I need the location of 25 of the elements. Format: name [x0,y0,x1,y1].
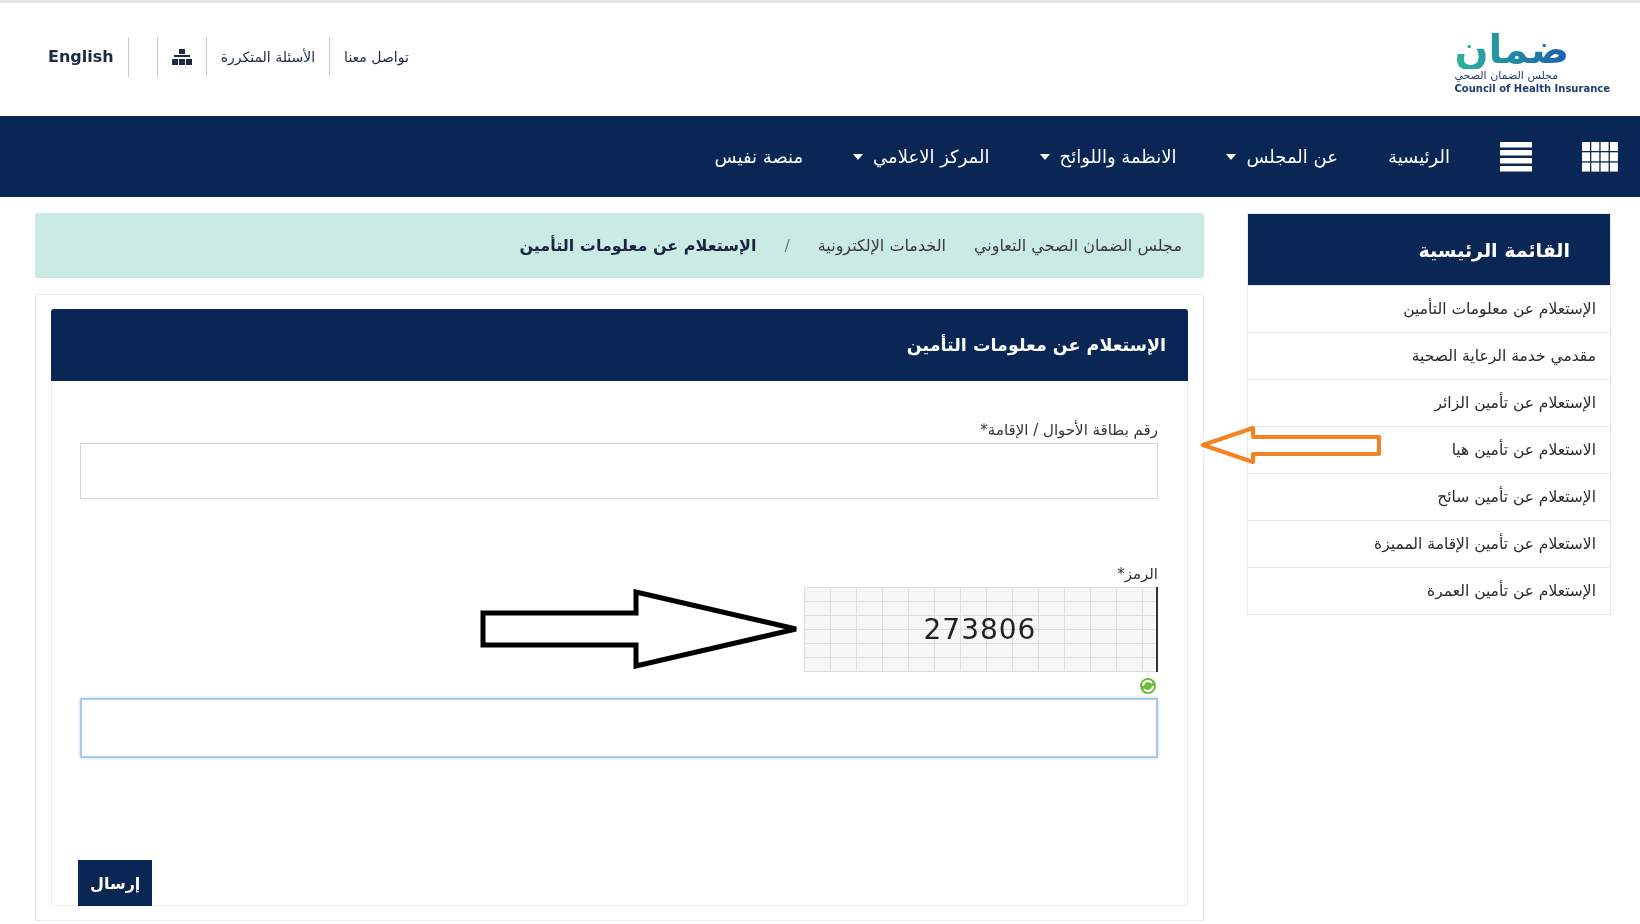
breadcrumb-item[interactable]: الإستعلام عن معلومات التأمين [519,236,757,255]
input-field[interactable] [80,443,1158,499]
header-link[interactable]: English [38,36,129,77]
nav-item[interactable]: عن المجلس [1226,146,1338,167]
apps-grid-icon[interactable] [1582,141,1618,172]
captcha-image: 273806 [804,587,1158,672]
input-field[interactable] [80,698,1158,758]
field-label: رقم بطاقة الأحوال / الإقامة* [980,421,1158,439]
nav-item[interactable]: منصة نفيس [714,146,804,167]
submit-button[interactable]: إرسال [78,860,153,906]
logo-name: مجلس الضمان الصحي [1454,68,1559,84]
nav-item[interactable]: الانظمة واللوائح [1039,146,1177,167]
nav-item[interactable]: المركز الاعلامي [853,146,990,167]
breadcrumb-item[interactable]: مجلس الضمان الصحي التعاوني [973,236,1182,255]
menu-icon[interactable] [1500,141,1532,172]
breadcrumb-separator: / [784,236,790,255]
sitemap-icon[interactable] [171,48,192,65]
nav-item[interactable]: الرئيسية [1388,146,1450,167]
header-link[interactable]: الأسئلة المتكررة [205,36,330,77]
form-title: الإستعلام عن معلومات التأمين [51,309,1188,381]
breadcrumb-item[interactable]: الخدمات الإلكترونية [817,236,946,255]
header-link[interactable]: تواصل معنا [329,36,423,77]
field-label: الرمز* [1117,565,1158,583]
logo-name: Council of Health Insurance [1454,83,1610,95]
sidebar-title: القائمة الرئيسية [1248,214,1610,285]
